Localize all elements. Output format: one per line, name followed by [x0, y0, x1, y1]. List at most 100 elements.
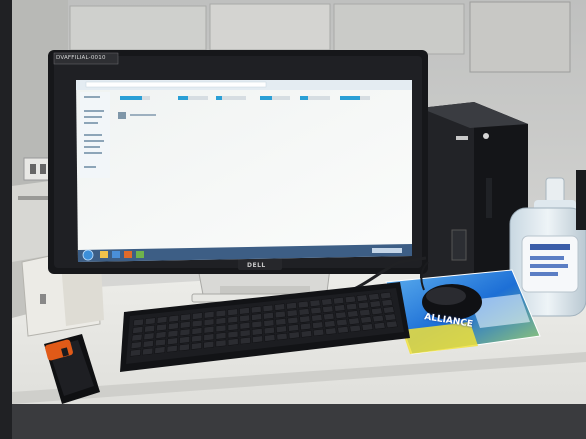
keyboard-key — [166, 345, 178, 353]
keyboard-key — [178, 343, 190, 352]
keyboard-key — [180, 321, 191, 329]
keyboard-key — [130, 341, 142, 349]
keyboard-key — [372, 314, 384, 323]
keyboard-key — [385, 320, 398, 329]
keyboard-key — [154, 346, 166, 354]
keyboard-key — [180, 313, 191, 322]
keyboard-key — [129, 349, 142, 357]
keyboard-key — [286, 302, 297, 310]
keyboard-key — [156, 323, 167, 332]
keyboard-key — [167, 337, 178, 345]
keyboard-key — [215, 317, 227, 325]
keyboard-key — [239, 307, 250, 315]
monitor-asset-tag: DVAFFILIAL-0010 — [56, 55, 106, 61]
monitor-screen — [76, 80, 412, 262]
keyboard-key — [227, 338, 239, 346]
keyboard-key — [142, 340, 154, 348]
keyboard-key — [227, 315, 238, 324]
keyboard-key — [336, 318, 348, 327]
keyboard-key — [179, 336, 190, 344]
keyboard-key — [251, 320, 263, 329]
keyboard-key — [383, 306, 395, 314]
keyboard-key — [251, 305, 262, 314]
keyboard-key — [325, 327, 337, 335]
keyboard-key — [384, 313, 397, 321]
keyboard-key — [299, 315, 311, 323]
photo-scene — [0, 0, 586, 439]
keyboard-key — [251, 328, 263, 336]
keyboard-key — [274, 310, 286, 319]
keyboard-key — [179, 328, 191, 337]
keyboard-key — [227, 308, 238, 316]
keyboard-key — [300, 330, 312, 338]
keyboard-key — [298, 308, 310, 316]
keyboard-key — [309, 299, 321, 307]
keyboard-key — [263, 326, 275, 335]
keyboard-key — [310, 306, 322, 315]
keyboard-key — [347, 310, 359, 318]
keyboard-key — [142, 347, 154, 356]
keyboard-key — [155, 331, 167, 339]
start-button — [82, 249, 94, 261]
keyboard-key — [239, 329, 251, 337]
keyboard-key — [215, 332, 227, 340]
keyboard-key — [361, 323, 374, 331]
wall-outlet — [23, 157, 53, 181]
keyboard-key — [322, 305, 334, 313]
keyboard-key — [132, 326, 144, 334]
keyboard-key — [264, 334, 276, 342]
keyboard-key — [368, 293, 380, 301]
keyboard-key — [287, 316, 299, 325]
keyboard-key — [191, 327, 203, 335]
keyboard-key — [349, 324, 361, 333]
keyboard-key — [203, 340, 215, 349]
keyboard-key — [337, 326, 349, 334]
keyboard-key — [381, 299, 393, 307]
keyboard-key — [311, 314, 323, 322]
keyboard-key — [324, 320, 336, 328]
keyboard-key — [215, 339, 227, 348]
keyboard-key — [371, 307, 383, 315]
keyboard-key — [239, 322, 251, 330]
keyboard-key — [369, 300, 382, 308]
keyboard-key — [131, 333, 143, 342]
keyboard-key — [240, 336, 251, 345]
keyboard-key — [357, 301, 370, 309]
keyboard-key — [191, 334, 203, 343]
network-location-item — [118, 112, 126, 119]
keyboard-key — [356, 294, 368, 302]
keyboard-key — [300, 322, 312, 331]
keyboard-key — [167, 329, 179, 338]
keyboard-key — [133, 318, 144, 327]
keyboard-key — [144, 325, 155, 333]
keyboard-key — [344, 295, 356, 304]
keyboard-key — [335, 311, 347, 319]
keyboard-key — [263, 312, 274, 320]
keyboard-key — [288, 324, 299, 332]
keyboard-key — [156, 316, 168, 324]
keyboard-key — [373, 322, 386, 330]
keyboard-key — [323, 312, 335, 321]
keyboard-key — [155, 338, 166, 347]
keyboard-key — [192, 312, 203, 320]
keyboard-key — [346, 303, 358, 311]
keyboard-key — [252, 335, 263, 343]
keyboard-key — [191, 342, 202, 350]
keyboard-key — [203, 333, 215, 341]
keyboard-key — [263, 319, 275, 327]
keyboard-key — [191, 319, 203, 328]
keyboard-key — [227, 323, 239, 331]
keyboard-key — [297, 300, 309, 309]
keyboard-key — [203, 318, 215, 326]
left-edge-shadow — [0, 0, 12, 439]
keyboard-key — [251, 313, 262, 321]
keyboard-key — [321, 298, 333, 306]
keyboard-key — [359, 309, 371, 317]
cable-plug — [576, 170, 586, 230]
keyboard-key — [227, 330, 239, 339]
keyboard-key — [313, 328, 325, 337]
desk-underside — [12, 404, 586, 439]
keyboard-key — [334, 304, 346, 312]
keyboard-key — [168, 314, 180, 323]
keyboard-key — [203, 326, 215, 334]
